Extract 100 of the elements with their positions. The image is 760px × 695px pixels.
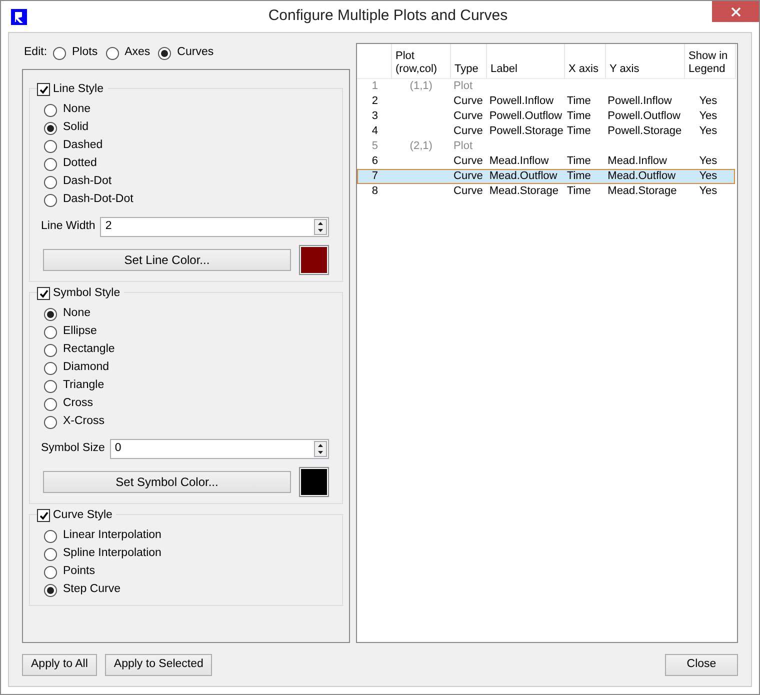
table-cell: Mead.Inflow <box>489 154 549 167</box>
table-cell: Mead.Outflow <box>608 170 676 182</box>
table-cell: Mead.Inflow <box>608 154 667 167</box>
radio-button[interactable] <box>44 380 57 392</box>
radio-button[interactable] <box>44 530 57 542</box>
table-cell: Mead.Storage <box>489 184 558 197</box>
row-number: 3 <box>372 110 378 122</box>
radio-button[interactable] <box>44 122 57 134</box>
radio-button[interactable] <box>44 176 57 188</box>
column-header[interactable]: Type <box>454 62 478 76</box>
group-title: Curve Style <box>53 508 112 523</box>
radio-button[interactable] <box>44 326 57 338</box>
radio-button[interactable] <box>44 416 57 428</box>
radio-button[interactable] <box>158 46 172 60</box>
column-header[interactable]: Show in Legend <box>688 50 728 76</box>
row-number: 8 <box>372 184 378 197</box>
radio-button[interactable] <box>44 308 57 320</box>
table-row[interactable]: 7 Curve Mead.Outflow Time Mead.Outflow Yes <box>357 168 735 184</box>
table-cell: Time <box>566 170 591 182</box>
radio-label: Solid <box>63 120 89 136</box>
check-icon <box>38 84 48 95</box>
checkbox[interactable] <box>37 83 50 96</box>
table-row[interactable]: 4 Curve Powell.Storage Time Powell.Storage Yes <box>357 124 735 138</box>
radio-button[interactable] <box>44 104 57 116</box>
table-row[interactable]: 1 (1,1) Plot <box>357 78 735 94</box>
apply-button[interactable]: Apply to Selected <box>104 654 212 676</box>
group-title: Symbol Style <box>53 286 120 301</box>
radio-label: None <box>63 306 90 322</box>
row-number: 5 <box>372 140 378 152</box>
apply-button[interactable]: Apply to All <box>22 654 97 676</box>
table-cell: Time <box>566 124 591 137</box>
table-cell: Curve <box>454 124 483 137</box>
table-row[interactable]: 6 Curve Mead.Inflow Time Mead.Inflow Yes <box>357 154 735 168</box>
column-header[interactable]: Label <box>490 62 518 76</box>
radio-label: Triangle <box>63 378 104 394</box>
color-button[interactable]: Set Symbol Color... <box>43 471 291 493</box>
close-button[interactable] <box>712 1 759 22</box>
radio-label: Linear Interpolation <box>63 528 162 544</box>
column-header[interactable]: Plot (row,col) <box>396 50 438 76</box>
radio-button[interactable] <box>44 344 57 356</box>
table-cell: Curve <box>454 170 483 182</box>
radio-label: Points <box>63 564 95 580</box>
table-cell: Powell.Storage <box>608 124 682 137</box>
table-cell: Curve <box>454 94 483 107</box>
table-cell: Yes <box>699 154 718 167</box>
table-row[interactable]: 3 Curve Powell.Outflow Time Powell.Outflow Yes <box>357 108 735 124</box>
spin-field[interactable]: 2 <box>100 217 329 237</box>
spinner-arrows-icon[interactable] <box>314 441 327 457</box>
table-cell: Powell.Storage <box>489 124 564 137</box>
radio-label: Dashed <box>63 138 103 154</box>
spinner-arrows-icon[interactable] <box>314 219 327 235</box>
row-number: 2 <box>372 94 378 107</box>
radio-button[interactable] <box>44 362 57 374</box>
row-number: 7 <box>372 170 378 182</box>
spin-field[interactable]: 0 <box>110 439 329 459</box>
radio-button[interactable] <box>44 140 57 152</box>
radio-label: Dotted <box>63 156 97 172</box>
radio-button[interactable] <box>106 46 119 60</box>
table-cell: Yes <box>699 124 718 137</box>
color-swatch[interactable] <box>301 247 327 273</box>
radio-button[interactable] <box>44 566 57 578</box>
app-logo-icon <box>11 8 27 24</box>
table-cell: Time <box>566 184 591 197</box>
checkbox[interactable] <box>37 287 50 300</box>
table-row[interactable]: 8 Curve Mead.Storage Time Mead.Storage Yes <box>357 184 735 198</box>
radio-label: Step Curve <box>63 582 121 598</box>
radio-button[interactable] <box>44 158 57 170</box>
radio-button[interactable] <box>53 46 66 60</box>
radio-button[interactable] <box>44 548 57 560</box>
checkbox[interactable] <box>37 509 50 522</box>
row-number: 4 <box>372 124 378 137</box>
radio-label: Dash-Dot <box>63 174 112 190</box>
table-cell: Curve <box>454 154 483 167</box>
spin-label: Line Width <box>41 219 96 234</box>
color-swatch[interactable] <box>301 469 327 495</box>
radio-button[interactable] <box>44 398 57 410</box>
table-cell: Yes <box>699 184 718 197</box>
radio-label: Rectangle <box>63 342 115 358</box>
close-dialog-button[interactable]: Close <box>665 654 738 676</box>
radio-label: Diamond <box>63 360 110 376</box>
color-button[interactable]: Set Line Color... <box>43 249 291 271</box>
column-header[interactable]: X axis <box>568 62 598 76</box>
table-row[interactable]: 2 Curve Powell.Inflow Time Powell.Inflow Yes <box>357 94 735 108</box>
table-cell: Time <box>566 154 591 167</box>
table-cell: Yes <box>699 110 718 122</box>
radio-button[interactable] <box>44 194 57 206</box>
spin-label: Symbol Size <box>41 441 105 456</box>
radio-label: Dash-Dot-Dot <box>63 192 134 208</box>
column-header[interactable]: Y axis <box>610 62 640 76</box>
table-cell: Powell.Outflow <box>608 110 680 122</box>
radio-label: None <box>63 102 90 118</box>
radio-label: X-Cross <box>63 414 105 430</box>
radio-label: Curves <box>177 45 214 60</box>
table-cell: Time <box>566 94 591 107</box>
check-icon <box>38 288 48 299</box>
table-row[interactable]: 5 (2,1) Plot <box>357 138 735 154</box>
row-number: 6 <box>372 154 378 167</box>
table-cell: Time <box>566 110 591 122</box>
table-cell: Powell.Outflow <box>489 110 562 122</box>
radio-button[interactable] <box>44 584 57 596</box>
